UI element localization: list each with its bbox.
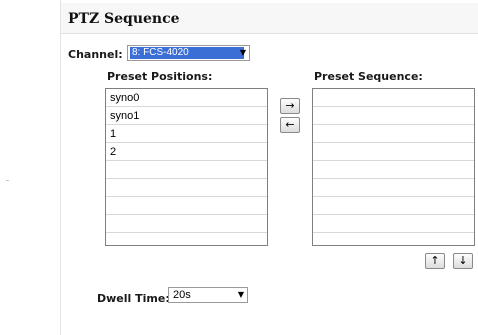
- remove-from-sequence-button[interactable]: ←: [280, 117, 300, 133]
- list-item[interactable]: [106, 179, 267, 197]
- chevron-down-icon: ▼: [239, 48, 246, 57]
- dwell-time-selected-value: 20s: [173, 289, 191, 301]
- channel-selected-value: 8: FCS-4020: [130, 47, 244, 59]
- list-item[interactable]: [313, 197, 474, 215]
- preset-positions-label: Preset Positions:: [107, 70, 213, 83]
- dwell-time-select[interactable]: 20s ▼: [168, 287, 248, 303]
- list-item[interactable]: [313, 179, 474, 197]
- preset-positions-list[interactable]: syno0 syno1 1 2: [105, 88, 268, 246]
- list-item[interactable]: [106, 197, 267, 215]
- list-item[interactable]: 2: [106, 143, 267, 161]
- move-up-button[interactable]: ↑: [425, 253, 445, 269]
- list-item[interactable]: [106, 215, 267, 233]
- preset-sequence-label: Preset Sequence:: [314, 70, 423, 83]
- list-item[interactable]: [106, 161, 267, 179]
- list-item[interactable]: [313, 107, 474, 125]
- page-edge-mark: [6, 180, 9, 181]
- list-item[interactable]: syno1: [106, 107, 267, 125]
- move-down-button[interactable]: ↓: [453, 253, 473, 269]
- arrow-right-icon: →: [285, 99, 295, 112]
- page-title: PTZ Sequence: [68, 11, 180, 27]
- chevron-down-icon: ▼: [237, 290, 244, 299]
- arrow-up-icon: ↑: [430, 254, 440, 267]
- list-item[interactable]: [313, 215, 474, 233]
- list-item[interactable]: [313, 125, 474, 143]
- list-item[interactable]: [313, 89, 474, 107]
- list-item[interactable]: syno0: [106, 89, 267, 107]
- list-item[interactable]: 1: [106, 125, 267, 143]
- arrow-down-icon: ↓: [458, 254, 468, 267]
- list-item[interactable]: [313, 143, 474, 161]
- channel-label: Channel:: [68, 48, 123, 61]
- dwell-time-label: Dwell Time:: [97, 292, 170, 305]
- arrow-left-icon: ←: [285, 118, 295, 131]
- preset-sequence-list[interactable]: [312, 88, 475, 246]
- list-item[interactable]: [313, 161, 474, 179]
- panel-left-border: [60, 0, 61, 335]
- add-to-sequence-button[interactable]: →: [280, 98, 300, 114]
- channel-select[interactable]: 8: FCS-4020 ▼: [127, 45, 250, 61]
